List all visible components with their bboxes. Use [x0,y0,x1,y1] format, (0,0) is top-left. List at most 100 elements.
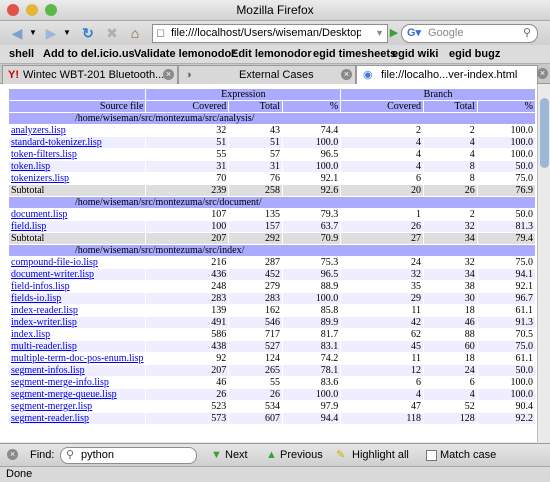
bookmark-egid-wiki[interactable]: egid wiki [392,45,438,63]
back-icon[interactable]: ◀ [6,23,28,43]
find-close-icon[interactable]: × [7,449,18,460]
directory-row: /home/wiseman/src/montezuma/src/index/ [9,245,535,256]
source-file-link[interactable]: tokenizers.lisp [11,173,69,184]
bookmark-star-icon[interactable]: ▼ [375,25,384,42]
highlight-all-button[interactable]: Highlight all [352,444,409,466]
source-file-link[interactable]: segment-merger.lisp [11,401,92,412]
source-file-link[interactable]: fields-io.lisp [11,293,61,304]
expr-covered-cell: 216 [146,257,229,268]
directory-path: /home/wiseman/src/montezuma/src/analysis… [9,113,535,124]
branch-total-cell: 24 [424,365,477,376]
source-file-link[interactable]: index-writer.lisp [11,317,77,328]
branch-percent-cell: 100.0 [477,389,535,400]
branch-covered-cell: 42 [341,317,424,328]
expr-total-cell: 265 [229,365,282,376]
tab-close-icon[interactable]: × [537,68,548,79]
source-file-link[interactable]: analyzers.lisp [11,125,66,136]
expr-percent-cell: 97.9 [283,401,341,412]
highlight-icon[interactable]: ✎ [336,444,345,466]
bookmark-egid-bugz[interactable]: egid bugz [449,45,500,63]
search-box[interactable]: G▾ Google ⚲ [401,24,538,43]
branch-covered-cell: 20 [341,185,424,196]
col-expr-percent: % [283,101,341,112]
tab-coverage-index[interactable]: ◉ file://localho...ver-index.html [356,65,538,84]
expr-percent-cell: 92.1 [283,173,341,184]
subtotal-row: Subtotal 207 292 70.9 27 34 79.4 [9,233,535,244]
source-file-link[interactable]: multi-reader.lisp [11,341,77,352]
branch-percent-cell: 79.4 [477,233,535,244]
table-row: multiple-term-doc-pos-enum.lisp 92 124 74.2… [9,353,535,364]
expr-percent-cell: 100.0 [283,161,341,172]
find-next-button[interactable]: Next [225,444,248,466]
branch-total-cell: 18 [424,305,477,316]
page-favicon-icon: ◑ [185,69,192,81]
source-file-link[interactable]: standard-tokenizer.lisp [11,137,102,148]
source-file-link[interactable]: token.lisp [11,161,50,172]
source-file-cell: tokenizers.lisp [9,173,146,184]
branch-total-cell: 4 [424,137,477,148]
source-file-link[interactable]: segment-reader.lisp [11,413,89,424]
branch-covered-cell: 11 [341,305,424,316]
tab-close-icon[interactable]: × [341,69,352,80]
tab-wintec[interactable]: Y! Wintec WBT-201 Bluetooth... × [2,65,178,84]
source-file-link[interactable]: segment-infos.lisp [11,365,85,376]
expr-covered-cell: 46 [146,377,229,388]
branch-percent-cell: 50.0 [477,209,535,220]
branch-total-cell: 34 [424,269,477,280]
url-bar[interactable]: ◻ file:///localhost/Users/wiseman/Deskto… [152,24,388,43]
source-file-link[interactable]: token-filters.lisp [11,149,77,160]
tab-external-cases[interactable]: ◑ External Cases × [178,65,356,84]
go-icon[interactable]: ▶ [388,23,400,43]
google-engine-icon[interactable]: G▾ [407,25,421,42]
match-case-label[interactable]: Match case [440,444,496,466]
source-file-link[interactable]: segment-merge-queue.lisp [11,389,117,400]
source-file-link[interactable]: segment-merge-info.lisp [11,377,109,388]
source-file-link[interactable]: field.lisp [11,221,46,232]
find-previous-button[interactable]: Previous [280,444,323,466]
find-input[interactable]: ⚲ python [60,447,197,464]
bookmark-delicious[interactable]: Add to del.icio.us [43,45,135,63]
bookmark-shell[interactable]: shell [9,45,34,63]
bookmark-edit-lemonodor[interactable]: Edit lemonodor [231,45,312,63]
branch-percent-cell: 100.0 [477,125,535,136]
tab-close-icon[interactable]: × [163,69,174,80]
reload-icon[interactable]: ↻ [78,23,98,43]
close-window-icon[interactable] [7,4,19,16]
expr-covered-cell: 523 [146,401,229,412]
search-icon[interactable]: ⚲ [523,25,531,42]
source-file-cell: field-infos.lisp [9,281,146,292]
zoom-window-icon[interactable] [45,4,57,16]
coverage-table: Expression Branch Source file Covered To… [8,88,536,425]
minimize-window-icon[interactable] [26,4,38,16]
source-file-link[interactable]: field-infos.lisp [11,281,70,292]
table-row: document-writer.lisp 436 452 96.5 32 34 94.1 [9,269,535,280]
expr-total-cell: 287 [229,257,282,268]
source-file-link[interactable]: document-writer.lisp [11,269,94,280]
source-file-link[interactable]: index.lisp [11,329,50,340]
find-next-icon[interactable]: ▼ [211,444,222,466]
match-case-checkbox[interactable] [426,450,437,461]
branch-percent-cell: 100.0 [477,137,535,148]
source-file-link[interactable]: compound-file-io.lisp [11,257,98,268]
source-file-cell: segment-merge-queue.lisp [9,389,146,400]
forward-dropdown-icon[interactable]: ▼ [62,23,72,43]
source-file-link[interactable]: multiple-term-doc-pos-enum.lisp [11,353,143,364]
scroll-thumb[interactable] [540,98,549,168]
bookmark-validate-lemonodor[interactable]: Validate lemonodor [134,45,235,63]
branch-total-cell: 30 [424,293,477,304]
source-file-cell: document.lisp [9,209,146,220]
source-file-link[interactable]: index-reader.lisp [11,305,78,316]
bookmark-egid-timesheets[interactable]: egid timesheets [313,45,396,63]
stop-icon[interactable]: ✖ [102,23,122,43]
history-dropdown-icon[interactable]: ▼ [28,23,38,43]
expr-total-cell: 26 [229,389,282,400]
branch-covered-cell: 35 [341,281,424,292]
source-file-link[interactable]: document.lisp [11,209,67,220]
find-previous-icon[interactable]: ▲ [266,444,277,466]
source-file-cell: multi-reader.lisp [9,341,146,352]
home-icon[interactable]: ⌂ [124,23,146,43]
forward-icon[interactable]: ▶ [40,23,62,43]
source-file-cell: fields-io.lisp [9,293,146,304]
expr-covered-cell: 438 [146,341,229,352]
vertical-scrollbar[interactable] [537,84,550,442]
